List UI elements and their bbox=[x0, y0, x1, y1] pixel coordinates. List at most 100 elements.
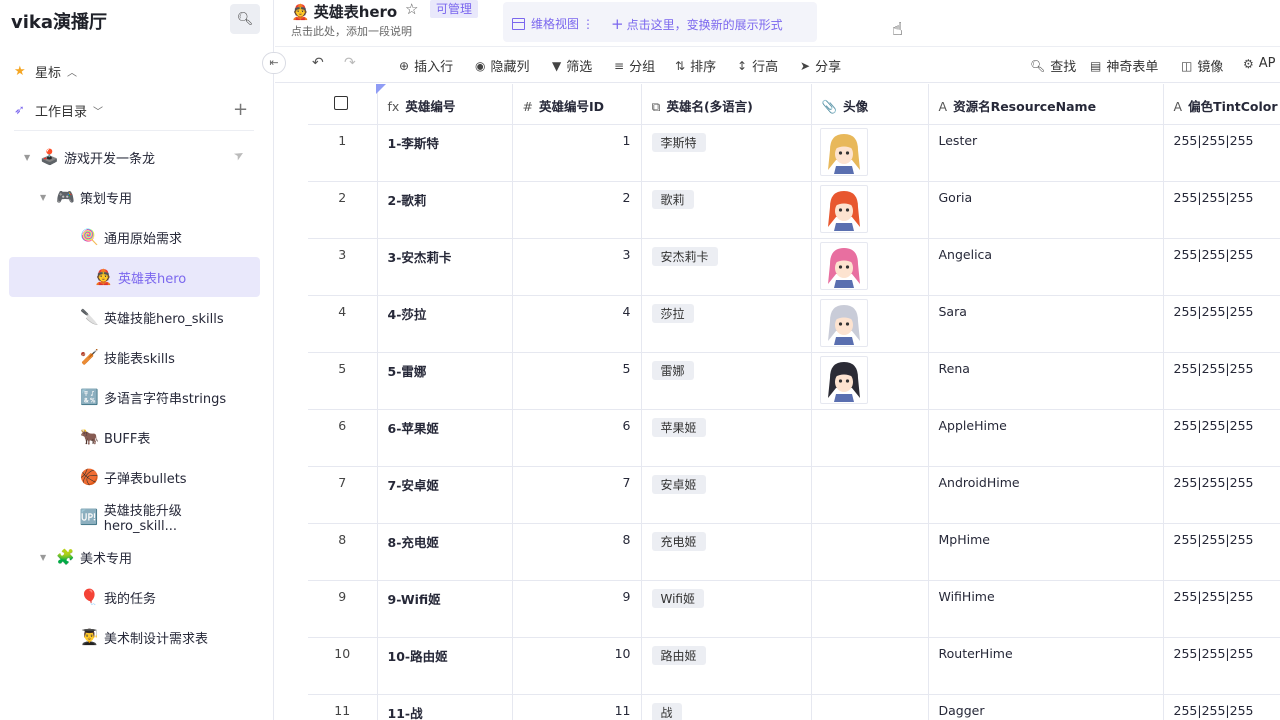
cell-resource-name[interactable]: RouterHime bbox=[928, 637, 1164, 695]
cell-resource-name[interactable]: Lester bbox=[928, 124, 1164, 182]
avatar-thumbnail[interactable] bbox=[819, 355, 868, 404]
cell-hero-code[interactable]: 8-充电姬 bbox=[377, 523, 513, 581]
catalog-item[interactable]: 🔣 多语言字符串strings bbox=[64, 377, 254, 417]
more-icon[interactable]: ⋮ bbox=[582, 17, 594, 31]
column-header-resource-name[interactable]: A 资源名ResourceName bbox=[928, 84, 1164, 125]
mirror-button[interactable]: ◫ 镜像 bbox=[1181, 56, 1223, 76]
row-number[interactable]: 1 bbox=[308, 124, 378, 182]
catalog-item[interactable]: 🔪 英雄技能hero_skills bbox=[64, 297, 254, 337]
cell-hero-name[interactable]: 战 bbox=[641, 694, 812, 720]
cell-hero-id[interactable]: 9 bbox=[512, 580, 642, 638]
cell-tint-color[interactable]: 255|255|255 bbox=[1163, 238, 1280, 296]
magic-form-button[interactable]: ▤ 神奇表单 bbox=[1090, 56, 1158, 76]
cell-resource-name[interactable]: Dagger bbox=[928, 694, 1164, 720]
cell-hero-id[interactable]: 1 bbox=[512, 124, 642, 182]
cell-hero-name[interactable]: 安杰莉卡 bbox=[641, 238, 812, 296]
cell-hero-name[interactable]: 莎拉 bbox=[641, 295, 812, 353]
cell-tint-color[interactable]: 255|255|255 bbox=[1163, 466, 1280, 524]
cell-resource-name[interactable]: WifiHime bbox=[928, 580, 1164, 638]
cell-hero-code[interactable]: 10-路由姬 bbox=[377, 637, 513, 695]
catalog-item[interactable]: 🎈 我的任务 bbox=[64, 577, 254, 617]
cell-hero-id[interactable]: 4 bbox=[512, 295, 642, 353]
cell-hero-id[interactable]: 7 bbox=[512, 466, 642, 524]
row-height-button[interactable]: ↕ 行高 bbox=[737, 56, 778, 76]
row-number[interactable]: 5 bbox=[308, 352, 378, 410]
starred-section[interactable]: ★ 星标 ︿ bbox=[14, 62, 77, 81]
cell-resource-name[interactable]: MpHime bbox=[928, 523, 1164, 581]
cell-tint-color[interactable]: 255|255|255 bbox=[1163, 124, 1280, 182]
cell-resource-name[interactable]: Sara bbox=[928, 295, 1164, 353]
api-button[interactable]: ⚙ AP bbox=[1243, 56, 1276, 71]
cell-tint-color[interactable]: 255|255|255 bbox=[1163, 580, 1280, 638]
cell-avatar[interactable] bbox=[811, 694, 929, 720]
cell-hero-code[interactable]: 3-安杰莉卡 bbox=[377, 238, 513, 296]
filter-button[interactable]: ▼ 筛选 bbox=[552, 56, 592, 76]
cell-tint-color[interactable]: 255|255|255 bbox=[1163, 637, 1280, 695]
cell-tint-color[interactable]: 255|255|255 bbox=[1163, 694, 1280, 720]
expand-arrow-icon[interactable]: ▼ bbox=[40, 553, 56, 562]
undo-icon[interactable]: ↶ bbox=[312, 55, 324, 71]
catalog-item[interactable]: ▼ 🕹️ 游戏开发一条龙 bbox=[24, 137, 254, 177]
table-row[interactable]: 9 9-Wifi姬 9 Wifi姬 WifiHime 255|255|255 bbox=[308, 580, 1280, 638]
cell-hero-code[interactable]: 6-苹果姬 bbox=[377, 409, 513, 467]
cell-hero-id[interactable]: 5 bbox=[512, 352, 642, 410]
search-button[interactable]: 🔍︎ bbox=[230, 4, 260, 34]
table-row[interactable]: 1 1-李斯特 1 李斯特 Lester 255|255|255 bbox=[308, 124, 1280, 182]
table-row[interactable]: 4 4-莎拉 4 莎拉 Sara 255|255|255 bbox=[308, 295, 1280, 353]
cell-avatar[interactable] bbox=[811, 409, 929, 467]
row-number[interactable]: 3 bbox=[308, 238, 378, 296]
cell-hero-id[interactable]: 10 bbox=[512, 637, 642, 695]
row-number[interactable]: 6 bbox=[308, 409, 378, 467]
cell-avatar[interactable] bbox=[811, 466, 929, 524]
table-row[interactable]: 6 6-苹果姬 6 苹果姬 AppleHime 255|255|255 bbox=[308, 409, 1280, 467]
cell-hero-code[interactable]: 9-Wifi姬 bbox=[377, 580, 513, 638]
cell-hero-code[interactable]: 1-李斯特 bbox=[377, 124, 513, 182]
avatar-thumbnail[interactable] bbox=[819, 298, 868, 347]
add-view-button[interactable]: + 点击这里，变换新的展示形式 bbox=[611, 15, 783, 33]
column-header-avatar[interactable]: 📎 头像 bbox=[811, 84, 929, 125]
cell-avatar[interactable] bbox=[811, 352, 929, 410]
catalog-item[interactable]: ▼ 🎮 策划专用 bbox=[40, 177, 254, 217]
table-row[interactable]: 11 11-战 11 战 Dagger 255|255|255 bbox=[308, 694, 1280, 720]
table-row[interactable]: 3 3-安杰莉卡 3 安杰莉卡 Angelica 255|255|255 bbox=[308, 238, 1280, 296]
row-number[interactable]: 8 bbox=[308, 523, 378, 581]
insert-row-button[interactable]: ⊕ 插入行 bbox=[399, 56, 453, 76]
expand-arrow-icon[interactable]: ▼ bbox=[24, 153, 40, 162]
column-header-hero-code[interactable]: fx 英雄编号 bbox=[377, 84, 513, 125]
column-header-hero-id[interactable]: # 英雄编号ID bbox=[512, 84, 642, 125]
cell-hero-name[interactable]: 充电姬 bbox=[641, 523, 812, 581]
cell-hero-name[interactable]: Wifi姬 bbox=[641, 580, 812, 638]
cell-avatar[interactable] bbox=[811, 295, 929, 353]
row-number[interactable]: 2 bbox=[308, 181, 378, 239]
catalog-item[interactable]: 🏏 技能表skills bbox=[64, 337, 254, 377]
catalog-section[interactable]: ➶ 工作目录 ﹀ bbox=[14, 101, 103, 120]
cell-avatar[interactable] bbox=[811, 124, 929, 182]
cell-avatar[interactable] bbox=[811, 238, 929, 296]
cell-resource-name[interactable]: Rena bbox=[928, 352, 1164, 410]
cell-hero-code[interactable]: 2-歌莉 bbox=[377, 181, 513, 239]
favorite-star-icon[interactable]: ☆ bbox=[405, 0, 418, 18]
row-number[interactable]: 10 bbox=[308, 637, 378, 695]
cell-hero-id[interactable]: 6 bbox=[512, 409, 642, 467]
catalog-item[interactable]: 👨‍🎓 美术制设计需求表 bbox=[64, 617, 254, 657]
cell-hero-name[interactable]: 雷娜 bbox=[641, 352, 812, 410]
share-button[interactable]: ➤ 分享 bbox=[800, 56, 841, 76]
datasheet-description[interactable]: 点击此处，添加一段说明 bbox=[291, 23, 412, 39]
cell-tint-color[interactable]: 255|255|255 bbox=[1163, 352, 1280, 410]
hide-columns-button[interactable]: ◉ 隐藏列 bbox=[475, 56, 530, 76]
cell-hero-id[interactable]: 3 bbox=[512, 238, 642, 296]
cell-hero-name[interactable]: 苹果姬 bbox=[641, 409, 812, 467]
cell-hero-name[interactable]: 安卓姬 bbox=[641, 466, 812, 524]
cell-hero-id[interactable]: 8 bbox=[512, 523, 642, 581]
column-header-tint-color[interactable]: A 偏色TintColor bbox=[1163, 84, 1280, 125]
collapse-sidebar-button[interactable]: ⇤ bbox=[262, 52, 286, 74]
catalog-item[interactable]: 🆙 英雄技能升级hero_skill... bbox=[64, 497, 254, 537]
row-number[interactable]: 7 bbox=[308, 466, 378, 524]
cell-hero-name[interactable]: 歌莉 bbox=[641, 181, 812, 239]
catalog-item[interactable]: 🍭 通用原始需求 bbox=[64, 217, 254, 257]
find-button[interactable]: 🔍︎ 查找 bbox=[1030, 56, 1076, 76]
table-row[interactable]: 7 7-安卓姬 7 安卓姬 AndroidHime 255|255|255 bbox=[308, 466, 1280, 524]
cell-hero-code[interactable]: 7-安卓姬 bbox=[377, 466, 513, 524]
cell-avatar[interactable] bbox=[811, 181, 929, 239]
avatar-thumbnail[interactable] bbox=[819, 127, 868, 176]
